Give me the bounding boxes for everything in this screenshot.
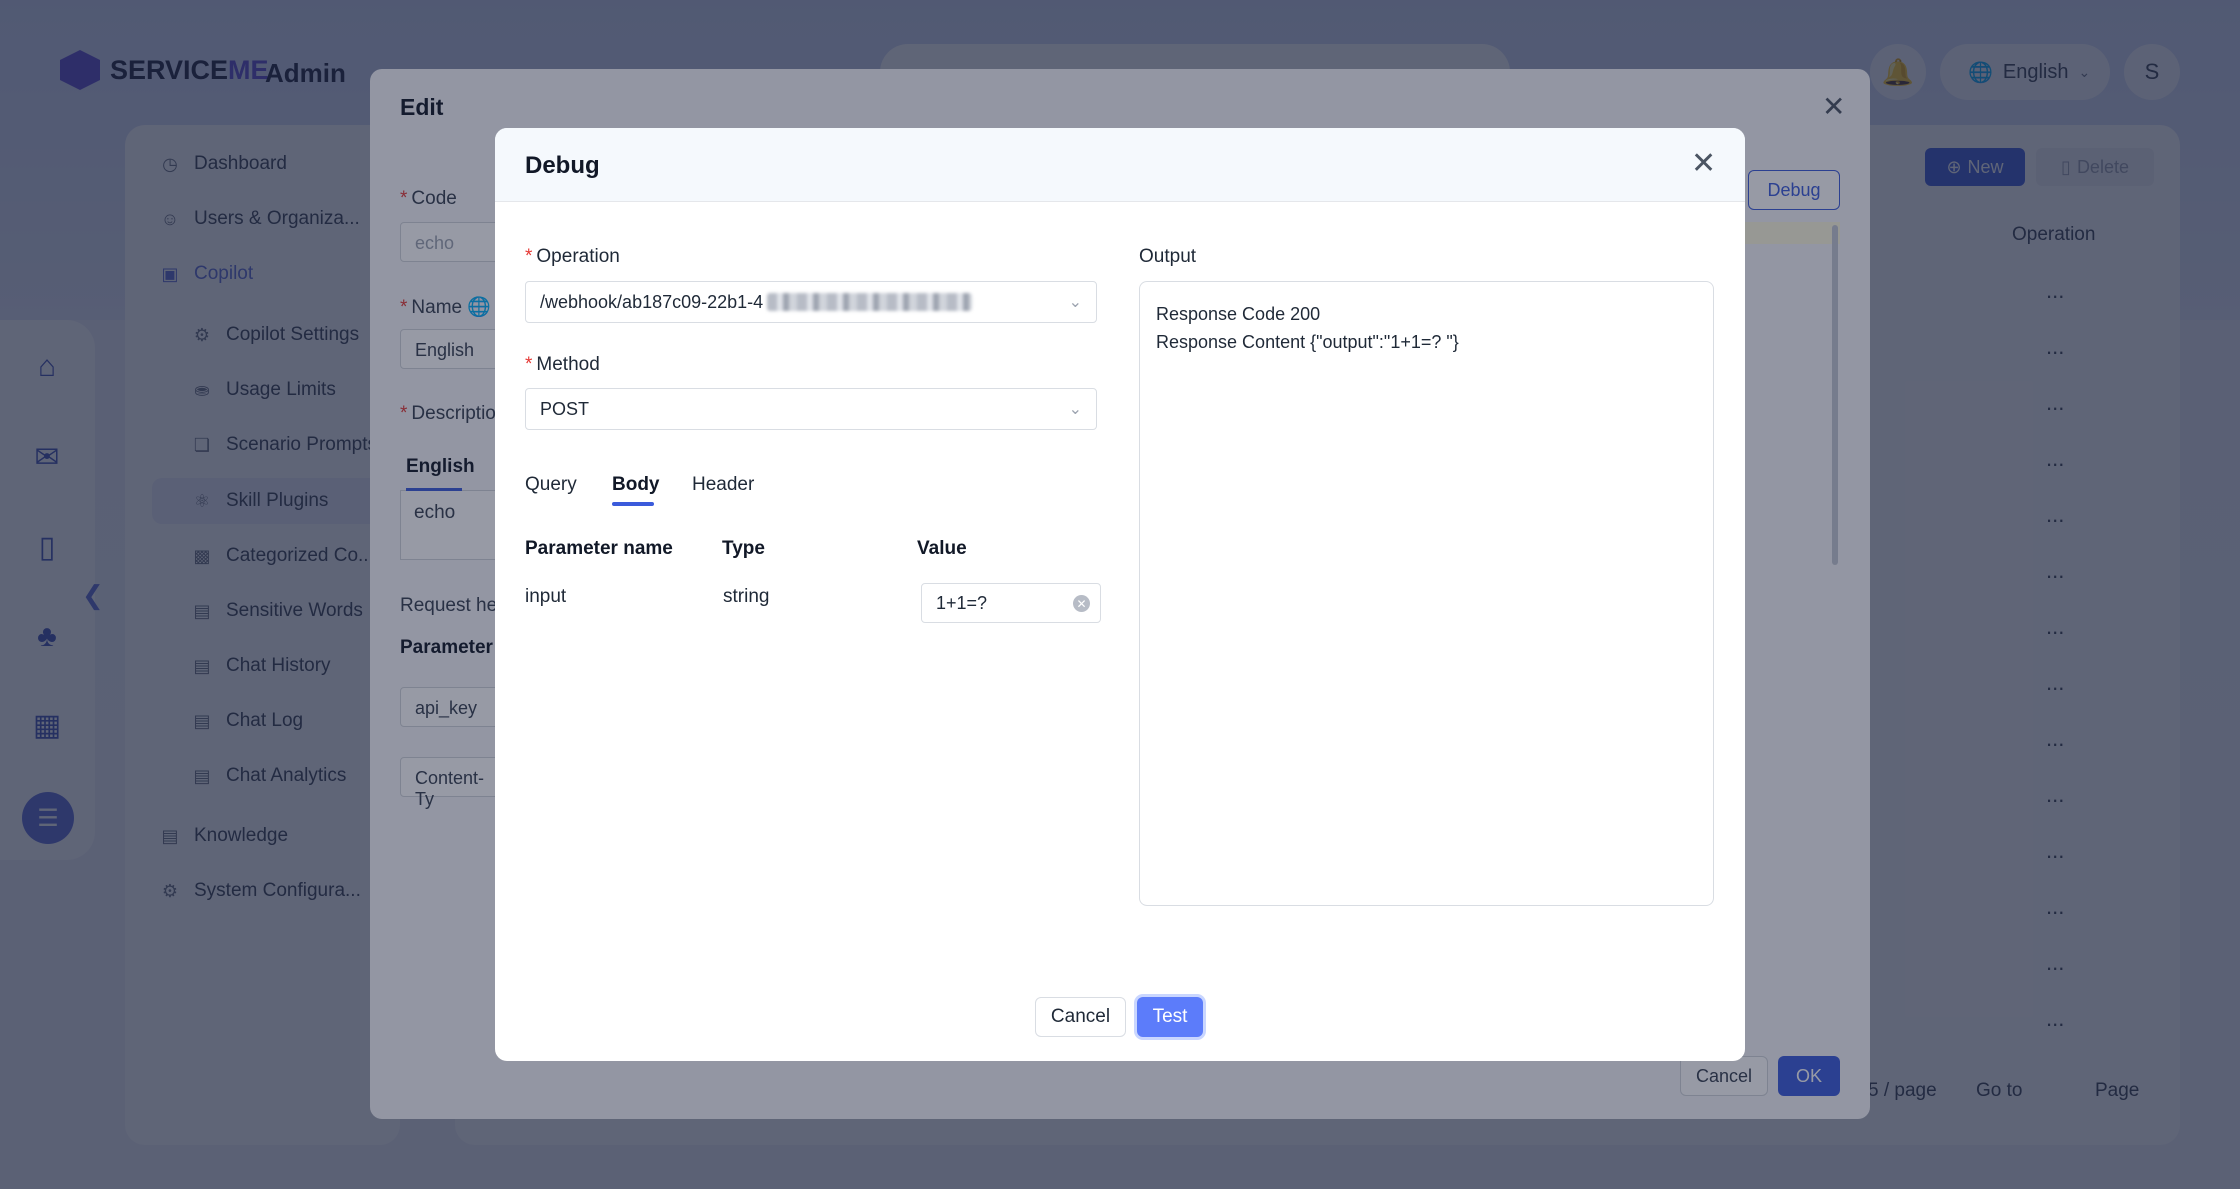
method-select[interactable]: POST ⌄ [525,388,1097,430]
operation-label: * Operation [525,246,620,267]
cancel-button[interactable]: Cancel [1035,997,1126,1037]
tab-header[interactable]: Header [692,474,754,496]
tab-active-underline [612,502,654,506]
test-button[interactable]: Test [1137,997,1203,1037]
column-header-type: Type [722,538,765,559]
clear-icon[interactable]: ✕ [1073,595,1090,612]
param-type-cell: string [723,586,770,607]
debug-header [495,128,1745,202]
output-label: Output [1139,246,1197,267]
response-content-line: Response Content {"output":"1+1=? "} [1156,332,1459,352]
param-value-input[interactable]: 1+1=? ✕ [921,583,1101,623]
redacted-text [767,293,973,311]
operation-select[interactable]: /webhook/ab187c09-22b1-4 ⌄ [525,281,1097,323]
debug-title: Debug [525,152,600,179]
param-value-text: 1+1=? [936,592,988,613]
chevron-down-icon: ⌄ [1068,294,1082,311]
method-value: POST [540,398,590,419]
operation-value: /webhook/ab187c09-22b1-4 [540,291,764,312]
close-icon[interactable]: ✕ [1691,146,1716,181]
tab-body[interactable]: Body [612,474,660,496]
column-header-parameter-name: Parameter name [525,538,673,559]
tab-query[interactable]: Query [525,474,577,496]
method-label: * Method [525,354,600,375]
debug-dialog: Debug ✕ * Operation /webhook/ab187c09-22b… [495,128,1745,1061]
chevron-down-icon: ⌄ [1068,401,1082,418]
response-code-line: Response Code 200 [1156,304,1321,324]
output-box: Response Code 200 Response Content {"out… [1139,281,1714,906]
column-header-value: Value [917,538,967,559]
param-name-cell: input [525,586,567,607]
